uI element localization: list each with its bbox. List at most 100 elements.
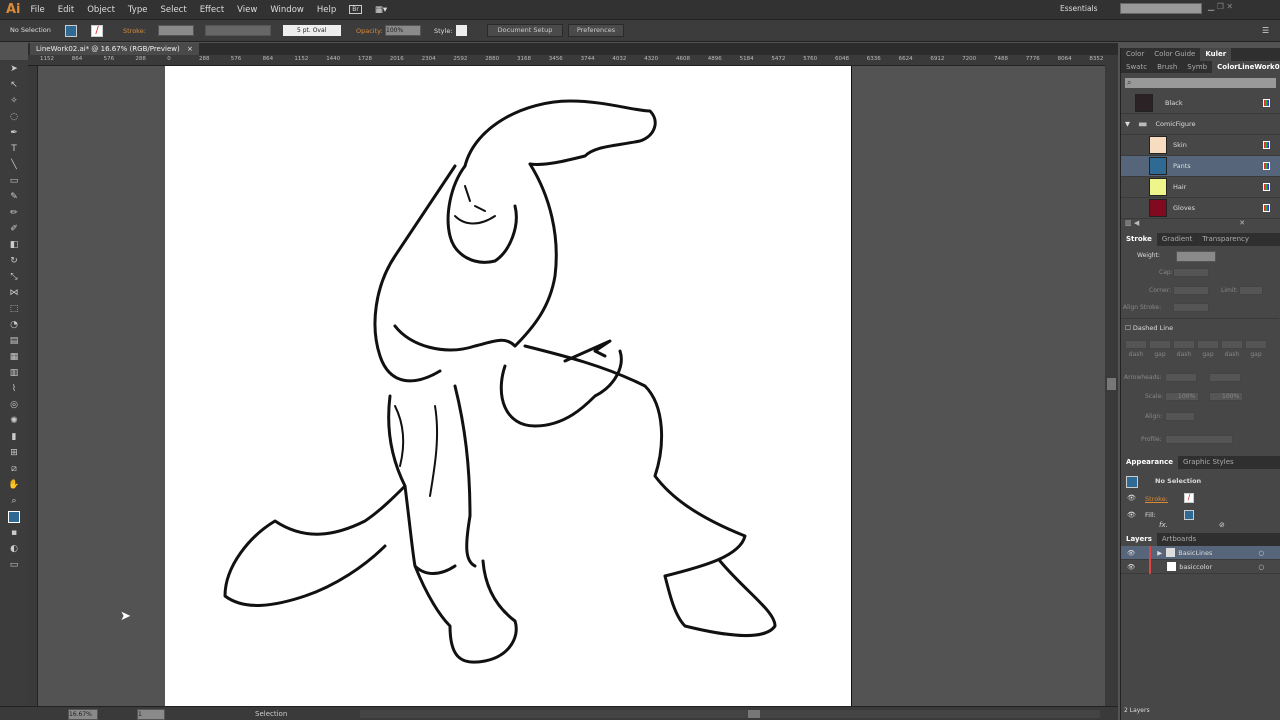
arrange-documents-icon[interactable]: ▦▾ (375, 5, 387, 15)
fill-swatch-small[interactable] (1184, 510, 1194, 520)
target-circle-icon[interactable]: ○ (1258, 563, 1264, 571)
gap-field-2[interactable]: gap (1197, 340, 1219, 358)
artboard[interactable] (165, 66, 852, 708)
slice-icon[interactable]: ⧄ (8, 463, 20, 475)
end-arrowhead-select[interactable] (1209, 373, 1241, 382)
limit-field[interactable] (1239, 286, 1263, 295)
profile-select[interactable] (1165, 435, 1233, 444)
menu-edit[interactable]: Edit (58, 5, 74, 15)
hand-tool-icon[interactable]: ✋ (8, 479, 20, 491)
workspace-switcher[interactable]: Essentials (1060, 4, 1098, 13)
mesh-icon[interactable]: ▦ (8, 351, 20, 363)
blend-icon[interactable]: ◎ (8, 399, 20, 411)
cap-buttons[interactable] (1173, 268, 1209, 277)
expand-triangle-icon[interactable]: ▶ (1157, 549, 1162, 557)
document-tab[interactable]: LineWork02.ai* @ 16.67% (RGB/Preview) × (30, 43, 199, 55)
horizontal-ruler[interactable]: 1152 864 576 288 0 288 576 864 1152 1440 1728 2016 2… (28, 55, 1118, 66)
artboard-number-field[interactable]: 1 (137, 709, 165, 720)
fill-stroke-icon[interactable] (8, 511, 20, 523)
magic-wand-icon[interactable]: ✧ (8, 95, 20, 107)
tab-graphic-styles[interactable]: Graphic Styles (1178, 456, 1239, 469)
menu-object[interactable]: Object (87, 5, 115, 15)
end-scale-field[interactable]: 100% (1209, 392, 1243, 401)
menu-select[interactable]: Select (160, 5, 186, 15)
selection-tool-icon[interactable]: ➤ (8, 63, 20, 75)
scroll-thumb[interactable] (1107, 378, 1116, 390)
tab-appearance[interactable]: Appearance (1121, 456, 1178, 469)
dashed-line-checkbox[interactable]: ☐ Dashed Line (1125, 324, 1173, 332)
vertical-scrollbar[interactable] (1105, 55, 1118, 706)
visibility-eye-icon[interactable]: 👁 (1127, 494, 1136, 502)
dash-field-3[interactable]: dash (1221, 340, 1243, 358)
align-stroke-buttons[interactable] (1173, 303, 1209, 312)
color-mode-icon[interactable]: ▪ (8, 527, 20, 539)
dash-field-2[interactable]: dash (1173, 340, 1195, 358)
menu-effect[interactable]: Effect (200, 5, 224, 15)
fill-swatch[interactable] (65, 25, 77, 37)
panel-menu-icon[interactable]: ☰ (1262, 26, 1269, 35)
column-graph-icon[interactable]: ▮ (8, 431, 20, 443)
shape-builder-icon[interactable]: ◔ (8, 319, 20, 331)
swatch-skin[interactable]: Skin (1121, 135, 1280, 156)
gradient-icon[interactable]: ▥ (8, 367, 20, 379)
help-search-input[interactable] (1120, 3, 1202, 14)
tab-stroke[interactable]: Stroke (1121, 233, 1157, 246)
zoom-level-field[interactable]: 16.67% (68, 709, 98, 720)
eraser-icon[interactable]: ◧ (8, 239, 20, 251)
stroke-weight-field[interactable] (158, 25, 194, 36)
tab-layers[interactable]: Layers (1121, 533, 1157, 546)
menu-view[interactable]: View (237, 5, 257, 15)
previous-icon[interactable]: ◀ (1134, 219, 1139, 227)
bridge-icon[interactable]: Br (349, 5, 362, 14)
scale-icon[interactable]: ⤡ (8, 271, 20, 283)
pen-tool-icon[interactable]: ✒ (8, 127, 20, 139)
opacity-field[interactable]: 100% (385, 25, 421, 36)
menu-window[interactable]: Window (270, 5, 304, 15)
pencil-icon[interactable]: ✏ (8, 207, 20, 219)
width-tool-icon[interactable]: ⋈ (8, 287, 20, 299)
gap-field-1[interactable]: gap (1149, 340, 1171, 358)
blob-brush-icon[interactable]: ✐ (8, 223, 20, 235)
visibility-eye-icon[interactable]: 👁 (1127, 511, 1136, 519)
menu-help[interactable]: Help (317, 5, 336, 15)
drawing-mode-icon[interactable]: ◐ (8, 543, 20, 555)
paintbrush-icon[interactable]: ✎ (8, 191, 20, 203)
rectangle-tool-icon[interactable]: ▭ (8, 175, 20, 187)
horizontal-scrollbar[interactable] (360, 710, 1100, 718)
perspective-grid-icon[interactable]: ▤ (8, 335, 20, 347)
tab-colorlinework01[interactable]: ColorLineWork01 (1212, 61, 1280, 73)
swatch-gloves[interactable]: Gloves (1121, 198, 1280, 219)
tab-kuler[interactable]: Kuler (1200, 48, 1232, 61)
appearance-stroke[interactable]: Stroke: (1145, 495, 1168, 503)
stroke-swatch[interactable]: / (91, 25, 103, 37)
vertical-ruler[interactable] (28, 66, 38, 706)
start-scale-field[interactable]: 100% (1165, 392, 1199, 401)
artboard-tool-icon[interactable]: ⊞ (8, 447, 20, 459)
tab-color-guide[interactable]: Color Guide (1149, 48, 1200, 61)
stroke-label[interactable]: Stroke: (123, 27, 146, 35)
weight-field[interactable] (1176, 251, 1216, 262)
swatch-pants[interactable]: Pants (1121, 156, 1280, 177)
layer-basiclines[interactable]: 👁 ▶ BasicLines ○ (1121, 545, 1280, 560)
tab-transparency[interactable]: Transparency (1197, 233, 1254, 246)
close-tab-icon[interactable]: × (187, 45, 193, 53)
layer-basiccolor[interactable]: 👁 basiccolor ○ (1121, 559, 1280, 574)
type-tool-icon[interactable]: T (8, 143, 20, 155)
tab-gradient[interactable]: Gradient (1157, 233, 1197, 246)
brush-definition[interactable]: 5 pt. Oval (283, 25, 341, 36)
visibility-eye-icon[interactable]: 👁 (1127, 563, 1135, 571)
free-transform-icon[interactable]: ⬚ (8, 303, 20, 315)
tab-symbols[interactable]: Symb (1182, 61, 1212, 73)
visibility-eye-icon[interactable]: 👁 (1127, 549, 1135, 557)
appearance-fill[interactable]: Fill: (1145, 511, 1156, 519)
corner-buttons[interactable] (1173, 286, 1209, 295)
opacity-label[interactable]: Opacity: (356, 27, 383, 35)
menu-file[interactable]: File (31, 5, 45, 15)
document-setup-button[interactable]: Document Setup (487, 24, 563, 37)
preferences-button[interactable]: Preferences (568, 24, 624, 37)
dash-field-1[interactable]: dash (1125, 340, 1147, 358)
target-circle-icon[interactable]: ○ (1258, 549, 1264, 557)
window-controls[interactable]: ▁ ❐ ✕ (1208, 2, 1233, 11)
fx-button[interactable]: fx. (1159, 521, 1168, 529)
tab-color[interactable]: Color (1121, 48, 1149, 61)
